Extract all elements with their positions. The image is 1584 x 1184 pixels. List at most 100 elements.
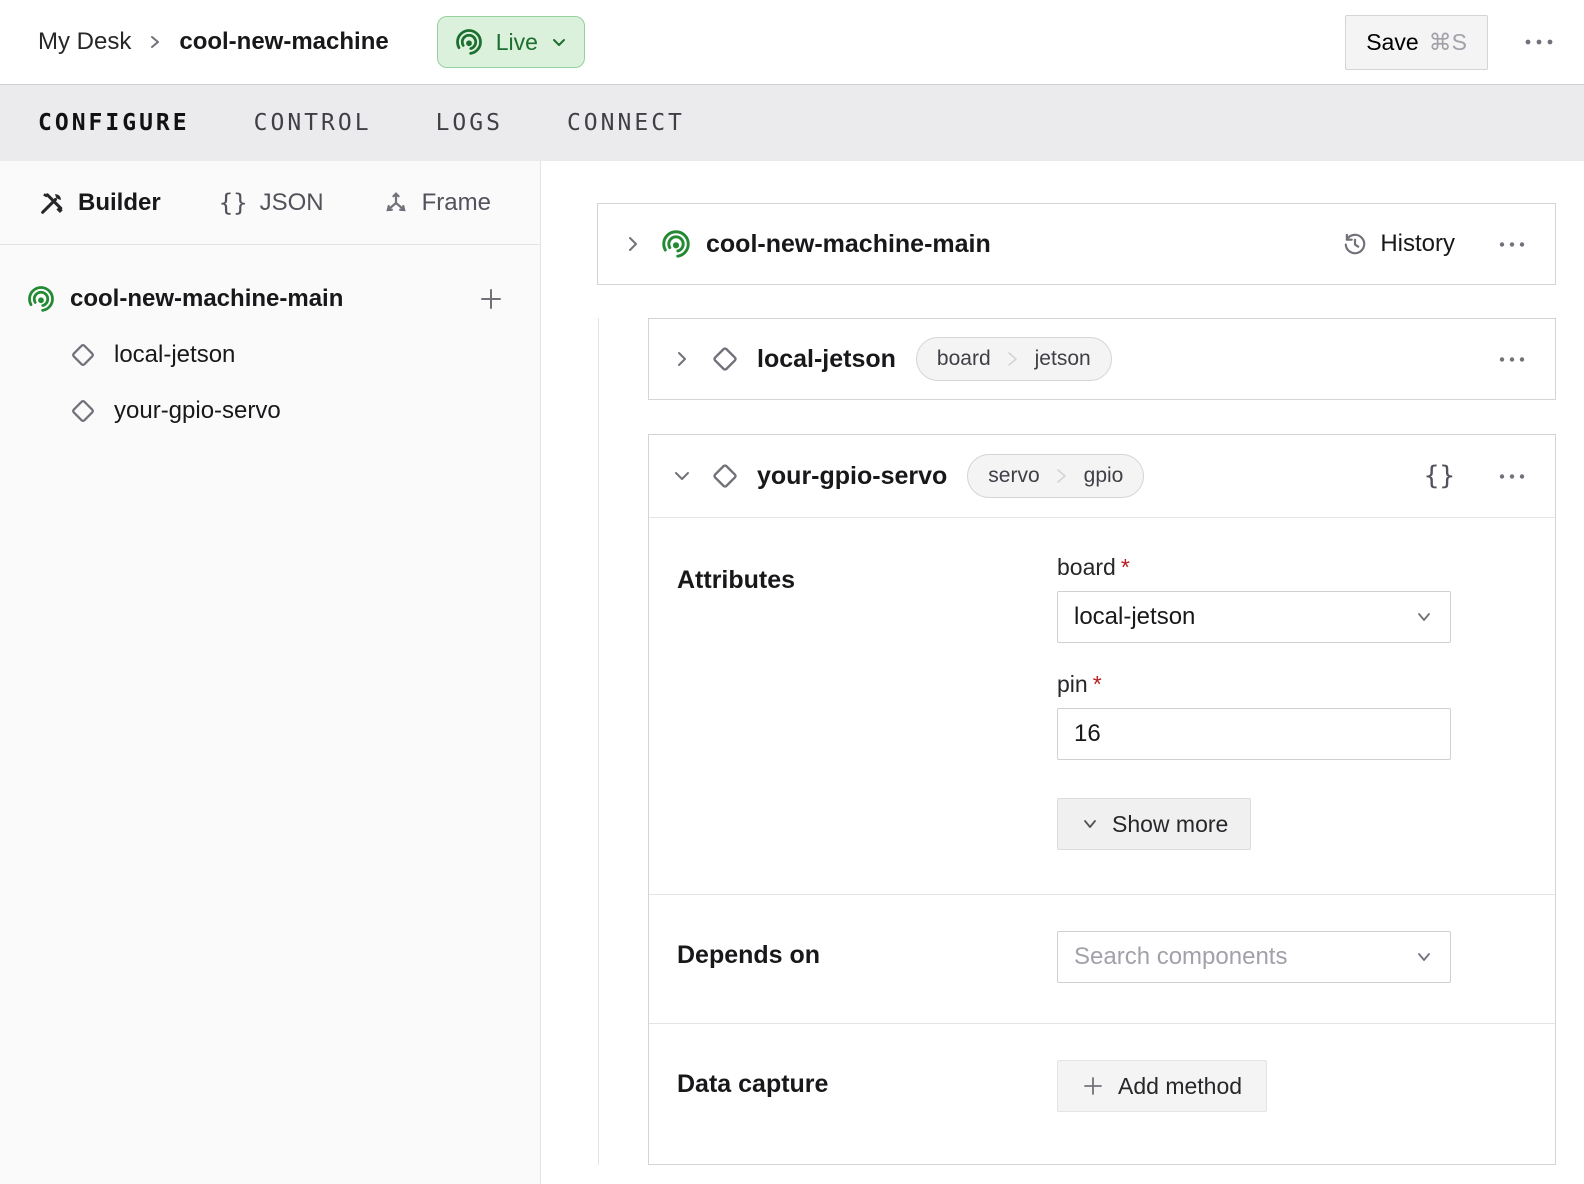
breadcrumb-chevron-icon bbox=[147, 30, 163, 54]
board-select[interactable]: local-jetson bbox=[1057, 591, 1451, 643]
badge-chevron-icon bbox=[1007, 344, 1019, 374]
mode-frame-label: Frame bbox=[422, 189, 491, 217]
tree-item-local-jetson[interactable]: local-jetson bbox=[0, 327, 540, 383]
required-asterisk: * bbox=[1121, 554, 1130, 580]
machine-part-card: cool-new-machine-main History bbox=[597, 203, 1556, 285]
chevron-down-icon bbox=[1080, 814, 1100, 834]
mode-json-label: JSON bbox=[260, 189, 324, 217]
viam-part-icon bbox=[660, 228, 692, 260]
mode-json[interactable]: {} JSON bbox=[219, 189, 324, 217]
component-type: board bbox=[921, 347, 1007, 371]
component-card-your-gpio-servo: your-gpio-servo servo gpio {} bbox=[648, 434, 1556, 1165]
pin-input-value: 16 bbox=[1074, 720, 1101, 748]
attributes-section: Attributes board* local-jetson bbox=[649, 518, 1555, 894]
component-model: jetson bbox=[1019, 347, 1107, 371]
app-header: My Desk cool-new-machine Live Save ⌘S bbox=[0, 0, 1584, 84]
chevron-down-icon bbox=[550, 33, 568, 51]
component-more-menu[interactable] bbox=[1497, 355, 1527, 364]
component-more-menu[interactable] bbox=[1497, 472, 1527, 481]
add-method-label: Add method bbox=[1118, 1073, 1242, 1100]
component-tree: cool-new-machine-main local-jetson your-… bbox=[0, 245, 540, 439]
machine-status-dropdown[interactable]: Live bbox=[437, 16, 585, 68]
save-shortcut: ⌘S bbox=[1429, 29, 1467, 56]
depends-on-select[interactable]: Search components bbox=[1057, 931, 1451, 983]
braces-icon: {} bbox=[219, 189, 248, 217]
show-more-button[interactable]: Show more bbox=[1057, 798, 1251, 850]
board-select-value: local-jetson bbox=[1074, 603, 1195, 631]
child-connector: local-jetson board jetson bbox=[598, 318, 1556, 1165]
tree-child-label: your-gpio-servo bbox=[114, 397, 281, 425]
pin-field-label: pin* bbox=[1057, 671, 1451, 698]
add-method-button[interactable]: Add method bbox=[1057, 1060, 1267, 1112]
attributes-fields: board* local-jetson pin* bbox=[1057, 554, 1451, 850]
tree-item-machine-part[interactable]: cool-new-machine-main bbox=[0, 271, 540, 327]
tab-logs[interactable]: LOGS bbox=[436, 110, 503, 136]
chevron-down-icon bbox=[1414, 607, 1434, 627]
view-mode-toolbar: Builder {} JSON Frame bbox=[0, 161, 540, 245]
tools-icon bbox=[38, 189, 66, 217]
viam-part-icon bbox=[26, 284, 56, 314]
collapse-chevron-down-icon[interactable] bbox=[671, 465, 693, 487]
breadcrumb-parent-link[interactable]: My Desk bbox=[38, 28, 131, 56]
component-diamond-icon bbox=[68, 396, 98, 426]
machine-part-more-menu[interactable] bbox=[1497, 240, 1527, 249]
board-field: board* local-jetson bbox=[1057, 554, 1451, 643]
attributes-title: Attributes bbox=[677, 554, 1057, 850]
component-diamond-icon bbox=[709, 460, 741, 492]
chevron-down-icon bbox=[1414, 947, 1434, 967]
history-button[interactable]: History bbox=[1342, 230, 1455, 258]
component-diamond-icon bbox=[709, 343, 741, 375]
add-component-button[interactable] bbox=[478, 286, 504, 312]
depends-on-placeholder: Search components bbox=[1074, 943, 1287, 971]
mode-builder[interactable]: Builder bbox=[38, 189, 161, 217]
data-capture-title: Data capture bbox=[677, 1060, 1057, 1112]
status-badge: Live bbox=[496, 29, 538, 56]
header-actions: Save ⌘S bbox=[1345, 15, 1556, 70]
breadcrumb: My Desk cool-new-machine bbox=[38, 28, 389, 56]
edit-json-button[interactable]: {} bbox=[1424, 461, 1455, 491]
component-diamond-icon bbox=[68, 340, 98, 370]
config-sidebar: Builder {} JSON Frame bbox=[0, 161, 541, 1184]
component-type-badge: servo gpio bbox=[967, 454, 1144, 498]
component-model: gpio bbox=[1068, 464, 1140, 488]
show-more-label: Show more bbox=[1112, 811, 1228, 838]
history-icon bbox=[1342, 231, 1368, 257]
field-label-text: board bbox=[1057, 554, 1116, 580]
viam-broadcast-icon bbox=[454, 27, 484, 57]
content-area: Builder {} JSON Frame bbox=[0, 161, 1584, 1184]
header-more-menu[interactable] bbox=[1522, 37, 1556, 47]
frame-axes-icon bbox=[382, 189, 410, 217]
save-button-label: Save bbox=[1366, 29, 1418, 56]
save-button[interactable]: Save ⌘S bbox=[1345, 15, 1488, 70]
component-type: servo bbox=[972, 464, 1055, 488]
component-card-header: local-jetson board jetson bbox=[649, 319, 1555, 399]
machine-part-card-header: cool-new-machine-main History bbox=[598, 204, 1555, 284]
pin-input[interactable]: 16 bbox=[1057, 708, 1451, 760]
data-capture-section: Data capture Add method bbox=[649, 1023, 1555, 1164]
depends-on-title: Depends on bbox=[677, 931, 1057, 983]
depends-on-section: Depends on Search components bbox=[649, 894, 1555, 1023]
component-name: local-jetson bbox=[757, 345, 896, 374]
mode-builder-label: Builder bbox=[78, 189, 161, 217]
component-type-badge: board jetson bbox=[916, 337, 1112, 381]
component-card-header: your-gpio-servo servo gpio {} bbox=[649, 435, 1555, 518]
history-label: History bbox=[1380, 230, 1455, 258]
badge-chevron-icon bbox=[1056, 461, 1068, 491]
pin-field: pin* 16 bbox=[1057, 671, 1451, 760]
tab-connect[interactable]: CONNECT bbox=[567, 110, 685, 136]
tab-configure[interactable]: CONFIGURE bbox=[38, 110, 190, 136]
expand-chevron-right-icon[interactable] bbox=[671, 348, 693, 370]
tab-control[interactable]: CONTROL bbox=[254, 110, 372, 136]
expand-chevron-right-icon[interactable] bbox=[622, 233, 644, 255]
mode-frame[interactable]: Frame bbox=[382, 189, 491, 217]
required-asterisk: * bbox=[1093, 671, 1102, 697]
machine-part-title: cool-new-machine-main bbox=[706, 230, 991, 259]
breadcrumb-current: cool-new-machine bbox=[179, 28, 388, 56]
tree-child-label: local-jetson bbox=[114, 341, 235, 369]
field-label-text: pin bbox=[1057, 671, 1088, 697]
tree-root-label: cool-new-machine-main bbox=[70, 285, 343, 313]
plus-icon bbox=[1082, 1075, 1104, 1097]
config-main-panel: cool-new-machine-main History bbox=[541, 161, 1584, 1184]
component-card-local-jetson: local-jetson board jetson bbox=[648, 318, 1556, 400]
tree-item-your-gpio-servo[interactable]: your-gpio-servo bbox=[0, 383, 540, 439]
